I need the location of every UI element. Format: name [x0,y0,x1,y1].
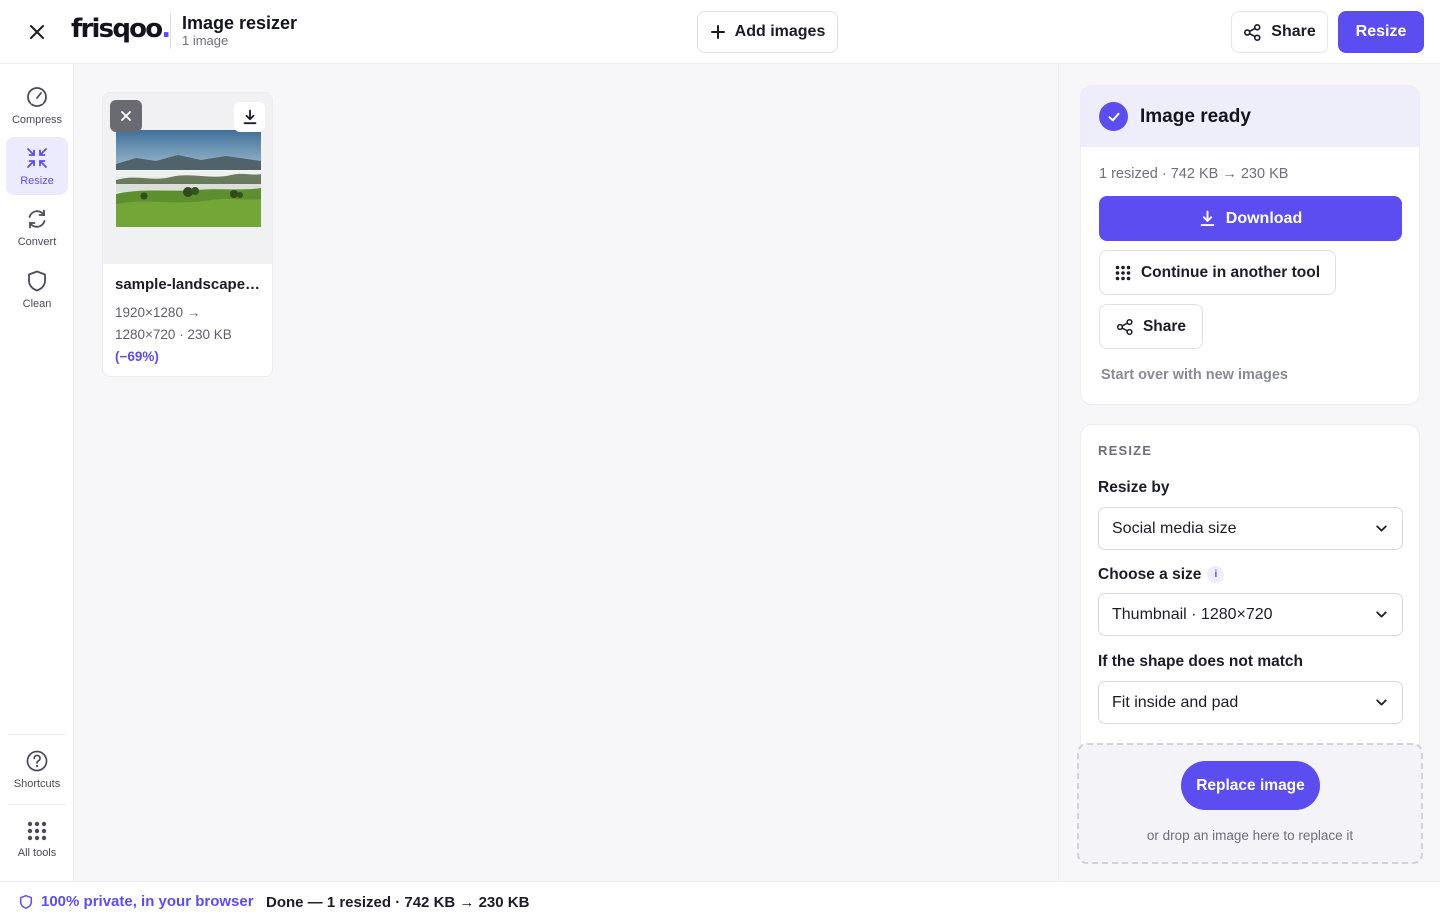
replace-drop-zone[interactable]: Replace image or drop an image here to r… [1077,743,1423,864]
rail-divider [8,804,66,805]
title-block: Image resizer 1 image [170,13,297,49]
image-card[interactable]: sample-landscape… 1920×1280 → 1280×720 ·… [102,92,273,377]
remove-image-button[interactable] [110,100,142,132]
rail-item-all-tools[interactable]: All tools [6,810,68,868]
close-icon [30,25,44,39]
image-canvas: sample-landscape… 1920×1280 → 1280×720 ·… [74,64,1058,881]
close-icon [121,111,131,121]
help-circle-icon [26,750,48,771]
resize-header-button[interactable]: Resize [1338,11,1424,53]
shape-mismatch-label: If the shape does not match [1098,653,1303,670]
rail-item-convert[interactable]: Convert [6,198,68,256]
new-dimensions-size: 1280×720 · 230 KB [115,327,232,342]
rail-item-compress[interactable]: Compress [6,76,68,134]
continue-label: Continue in another tool [1140,263,1321,281]
plus-icon [710,25,725,39]
privacy-note: 100% private, in your browser [18,893,254,910]
add-images-button[interactable]: Add images [697,11,838,53]
rail-item-clean[interactable]: Clean [6,260,68,318]
image-thumbnail-area [103,93,272,264]
image-dimensions: 1920×1280 → 1280×720 · 230 KB (−69%) [115,302,263,368]
rail-label-convert: Convert [17,235,57,248]
grid-dots-icon [1115,265,1131,280]
tool-rail: Compress Resize Convert Clean Shortcuts … [0,64,74,881]
chevron-down-icon [1376,699,1387,706]
image-count: 1 image [182,33,229,48]
status-bar: 100% private, in your browser Done — 1 r… [0,881,1440,923]
rail-divider [8,734,66,735]
shrink-arrows-icon [27,147,47,168]
gauge-icon [27,86,47,107]
size-reduction: (−69%) [115,349,159,364]
download-image-button[interactable] [234,102,265,132]
ready-title: Image ready [1140,106,1251,127]
landscape-thumbnail [116,130,261,227]
share-button[interactable]: Share [1099,304,1203,349]
section-label: RESIZE [1098,443,1153,458]
resize-by-select[interactable]: Social media size [1098,507,1403,550]
chevron-down-icon [1376,525,1387,532]
share-header-button[interactable]: Share [1231,11,1328,53]
rail-item-shortcuts[interactable]: Shortcuts [6,740,68,798]
continue-in-another-tool-button[interactable]: Continue in another tool [1099,250,1336,295]
original-dimensions: 1920×1280 → [115,305,201,320]
top-header: frisqoo. Image resizer 1 image Add image… [0,0,1440,64]
start-over-link[interactable]: Start over with new images [1101,367,1288,383]
resize-by-value: Social media size [1112,519,1237,537]
size-value: Thumbnail · 1280×720 [1112,605,1273,623]
resize-settings-card: RESIZE Resize by Social media size Choos… [1080,424,1420,784]
ready-header: Image ready [1081,86,1419,147]
rail-label-clean: Clean [22,297,52,310]
choose-size-label: Choose a size i [1098,566,1225,584]
rail-label-all-tools: All tools [17,846,57,859]
refresh-icon [28,209,46,228]
privacy-text: 100% private, in your browser [41,893,254,910]
rail-label-compress: Compress [11,113,63,126]
check-icon [1099,102,1128,131]
rail-label-resize: Resize [20,174,54,187]
close-button[interactable] [22,17,52,47]
status-text: Done — 1 resized · 742 KB → 230 KB [266,894,530,911]
image-filename: sample-landscape… [115,276,261,293]
info-icon[interactable]: i [1207,566,1225,583]
page-title: Image resizer [182,13,298,33]
grid-dots-icon [27,821,47,840]
settings-panel: Image ready 1 resized · 742 KB → 230 KB … [1058,64,1440,881]
download-label: Download [1225,209,1303,227]
add-images-label: Add images [734,23,826,40]
download-icon [1200,210,1215,227]
share-label: Share [1142,317,1187,335]
ready-stats: 1 resized · 742 KB → 230 KB [1099,166,1289,182]
brand-logo[interactable]: frisqoo. [71,14,171,44]
shield-icon [19,894,33,909]
fit-mode-select[interactable]: Fit inside and pad [1098,681,1403,724]
image-ready-card: Image ready 1 resized · 742 KB → 230 KB … [1080,85,1420,405]
replace-image-button[interactable]: Replace image [1181,761,1320,810]
size-select[interactable]: Thumbnail · 1280×720 [1098,593,1403,636]
resize-by-label: Resize by [1098,479,1170,496]
rail-label-shortcuts: Shortcuts [13,777,61,790]
share-icon [1244,23,1261,41]
shield-icon [28,270,46,291]
share-header-label: Share [1271,23,1316,40]
fit-mode-value: Fit inside and pad [1112,693,1239,711]
chevron-down-icon [1376,611,1387,618]
download-icon [243,109,256,125]
download-button[interactable]: Download [1099,196,1402,241]
drop-hint: or drop an image here to replace it [1146,828,1354,843]
share-icon [1116,318,1133,335]
rail-item-resize[interactable]: Resize [6,137,68,195]
